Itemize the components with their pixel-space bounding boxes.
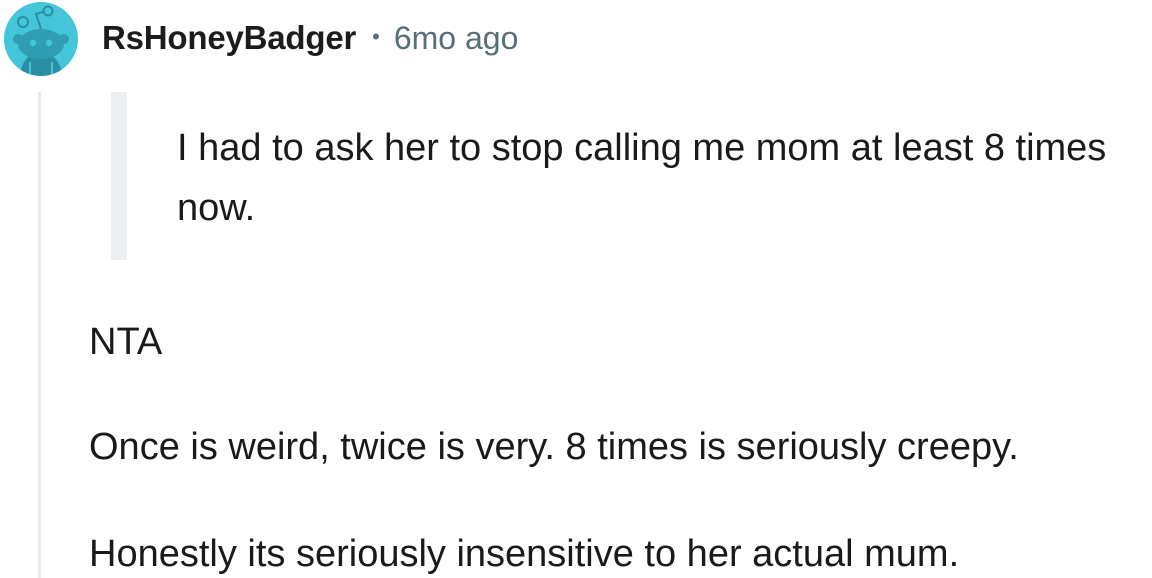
- comment: RsHoneyBadger • 6mo ago I had to ask her…: [0, 0, 1152, 578]
- user-avatar[interactable]: [4, 2, 78, 76]
- comment-timestamp[interactable]: 6mo ago: [394, 20, 519, 57]
- comment-paragraph-2: Once is weird, twice is very. 8 times is…: [89, 426, 1019, 468]
- comment-paragraph-3: Honestly its seriously insensitive to he…: [89, 533, 960, 575]
- blockquote-text: I had to ask her to stop calling me mom …: [177, 127, 1107, 229]
- blockquote: I had to ask her to stop calling me mom …: [111, 92, 1141, 260]
- comment-header: RsHoneyBadger • 6mo ago: [102, 14, 518, 62]
- thread-collapse-line[interactable]: [38, 92, 41, 578]
- meta-separator: •: [372, 24, 380, 49]
- reddit-snoo-avatar-icon: [4, 2, 78, 76]
- comment-paragraph-1: NTA: [89, 321, 163, 363]
- username-link[interactable]: RsHoneyBadger: [102, 19, 356, 57]
- blockquote-bar: [111, 92, 127, 260]
